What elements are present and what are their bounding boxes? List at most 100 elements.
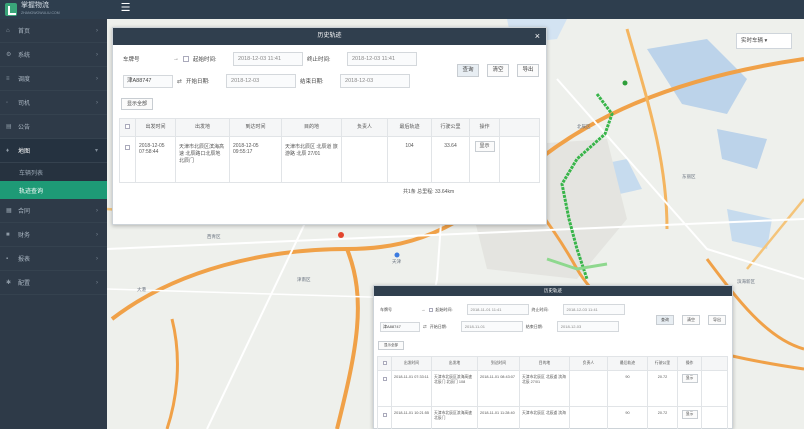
table-row[interactable]: 2018-11-01 10:21:55 天津市北辰区滨海高速 北辰门 2018-… bbox=[377, 406, 728, 429]
close-icon[interactable]: × bbox=[535, 28, 540, 45]
col-action: 操作 bbox=[469, 118, 500, 137]
sidebar-item-home[interactable]: ⌂ 首页 › bbox=[0, 19, 107, 43]
sidebar-item-contract[interactable]: ▦ 合同 › bbox=[0, 199, 107, 223]
notice-icon: ▤ bbox=[6, 124, 12, 130]
query-button[interactable]: 查询 bbox=[656, 315, 674, 325]
app-logo[interactable]: 掌握物流 ZHANGWOWULIU.COM bbox=[5, 2, 109, 17]
filter-row-1: 车牌号 → 起始时间: 2018-12-03 11:41 终止时间: 2018-… bbox=[123, 52, 417, 66]
row-checkbox[interactable] bbox=[382, 377, 387, 381]
highway-road bbox=[335, 248, 360, 429]
history-track-dialog-secondary: 历史轨迹 车牌号 → 起始时间: 2018-11-01 11:41 终止时间: … bbox=[373, 285, 733, 429]
swap-icon: ⇄ bbox=[177, 78, 183, 85]
home-icon: ⌂ bbox=[6, 27, 10, 34]
dialog-title: 历史轨迹 bbox=[544, 288, 562, 293]
export-button[interactable]: 导出 bbox=[708, 315, 726, 325]
show-track-button[interactable]: 显示 bbox=[474, 141, 495, 152]
report-icon: ▪ bbox=[6, 255, 9, 262]
plate-label: 车牌号 bbox=[380, 306, 392, 312]
col-depart-time: 出发时间 bbox=[135, 118, 176, 137]
start-time-input[interactable]: 2018-12-03 11:41 bbox=[233, 52, 303, 66]
gear-icon: ⚙ bbox=[6, 52, 12, 58]
sidebar-item-driver[interactable]: ◦ 司机 › bbox=[0, 91, 107, 115]
col-km: 行驶公里 bbox=[647, 356, 678, 371]
chevron-right-icon: › bbox=[96, 231, 98, 238]
clear-button[interactable]: 清空 bbox=[487, 64, 509, 77]
col-km: 行驶公里 bbox=[431, 118, 470, 137]
sidebar-item-dispatch[interactable]: ≡ 调度 › bbox=[0, 67, 107, 91]
cell-depart-time: 2018-12-05 07:58:44 bbox=[135, 136, 176, 183]
start-checkbox[interactable] bbox=[428, 307, 433, 312]
show-all-button[interactable]: 显示全部 bbox=[378, 341, 404, 350]
start-time-label: 起始时间: bbox=[435, 306, 453, 312]
col-depart-time: 出发时间 bbox=[391, 356, 432, 371]
cell-km: 33.64 bbox=[431, 136, 470, 183]
depart-date-input[interactable]: 2018-12-03 bbox=[226, 74, 297, 88]
depart-date-input[interactable]: 2018-11-01 bbox=[460, 321, 523, 332]
sidebar-item-notice[interactable]: ▤ 公告 bbox=[0, 115, 107, 139]
end-time-label: 终止时间: bbox=[307, 57, 331, 63]
chevron-right-icon: › bbox=[96, 27, 98, 34]
dialog-header: 历史轨迹 bbox=[374, 286, 732, 296]
cell-owner bbox=[569, 370, 608, 407]
clear-button[interactable]: 清空 bbox=[682, 315, 700, 325]
sidebar-subitem-track-query[interactable]: 轨迹查询 bbox=[0, 181, 107, 199]
arrive-date-input[interactable]: 2018-12-03 bbox=[556, 321, 619, 332]
end-time-input[interactable]: 2018-12-03 11:41 bbox=[562, 304, 625, 315]
arrive-date-input[interactable]: 2018-12-03 bbox=[340, 74, 411, 88]
logo-icon bbox=[5, 3, 17, 16]
map-place-label: 津南区 bbox=[297, 277, 311, 282]
select-all-checkbox[interactable] bbox=[125, 124, 130, 129]
contract-icon: ▦ bbox=[6, 208, 12, 214]
menu-toggle-icon[interactable]: ☰ bbox=[120, 3, 131, 14]
cell-from: 天津市北辰区滨海高速 北辰门 北辰门 108 bbox=[431, 370, 478, 407]
sidebar-subitem-vehicle-list[interactable]: 车辆列表 bbox=[0, 163, 107, 181]
table-row[interactable]: 2018-11-01 07:33:11 天津市北辰区滨海高速 北辰门 北辰门 1… bbox=[377, 370, 728, 407]
col-arrive-time: 到达时间 bbox=[477, 356, 520, 371]
query-button[interactable]: 查询 bbox=[457, 64, 479, 77]
filter-row-2: 津A88747 ⇄ 开始日期: 2018-11-01 结束日期: 2018-12… bbox=[380, 321, 619, 332]
sidebar-item-system[interactable]: ⚙ 系统 › bbox=[0, 43, 107, 67]
map-place-label: 天津 bbox=[392, 259, 401, 264]
sidebar-item-map[interactable]: ♦ 地图 ▾ bbox=[0, 139, 107, 163]
row-checkbox[interactable] bbox=[382, 413, 387, 417]
export-button[interactable]: 导出 bbox=[517, 64, 539, 77]
track-table: 出发时间 出发地 到达时间 目的地 负责人 最后轨迹 行驶公里 操作 2018-… bbox=[119, 118, 540, 183]
cell-last-track: 90 bbox=[607, 370, 648, 407]
arrow-right-icon: → bbox=[173, 56, 179, 62]
start-checkbox[interactable] bbox=[183, 56, 189, 62]
table-row[interactable]: 2018-12-05 07:58:44 天津市北辰区滨海高速 北辰路口北辰地 北… bbox=[119, 136, 540, 183]
map-poi-marker bbox=[394, 252, 400, 258]
money-icon: ■ bbox=[6, 231, 10, 238]
show-track-button[interactable]: 显示 bbox=[681, 374, 698, 383]
start-time-input[interactable]: 2018-11-01 11:41 bbox=[466, 304, 529, 315]
filter-row-1: 车牌号 → 起始时间: 2018-11-01 11:41 终止时间: 2018-… bbox=[380, 304, 625, 315]
end-time-input[interactable]: 2018-12-03 11:41 bbox=[347, 52, 417, 66]
show-all-button[interactable]: 显示全部 bbox=[121, 98, 153, 110]
sidebar-item-config[interactable]: ✱ 配置 › bbox=[0, 271, 107, 295]
user-icon: ◦ bbox=[6, 99, 9, 106]
track-table: 出发时间 出发地 到达时间 目的地 负责人 最后轨迹 行驶公里 操作 2018-… bbox=[377, 356, 728, 429]
vehicle-filter-dropdown[interactable]: 实时车辆 ▾ bbox=[736, 33, 792, 49]
plate-select[interactable]: 津A88747 bbox=[380, 321, 420, 332]
dispatch-icon: ≡ bbox=[6, 75, 10, 82]
map-place-label: 西青区 bbox=[207, 234, 221, 239]
map-place-label: 北辰区 bbox=[577, 124, 591, 129]
show-track-button[interactable]: 显示 bbox=[681, 410, 698, 419]
table-header: 出发时间 出发地 到达时间 目的地 负责人 最后轨迹 行驶公里 操作 bbox=[119, 118, 540, 137]
cell-km: 20.72 bbox=[647, 406, 678, 429]
app-title: 掌握物流 bbox=[21, 2, 49, 9]
plate-select[interactable]: 津A88747 bbox=[123, 74, 173, 88]
depart-date-label: 开始日期: bbox=[429, 323, 447, 329]
sidebar-item-finance[interactable]: ■ 财务 › bbox=[0, 223, 107, 247]
chevron-right-icon: › bbox=[96, 75, 98, 82]
select-all-checkbox[interactable] bbox=[382, 361, 387, 365]
sidebar-item-report[interactable]: ▪ 报表 › bbox=[0, 247, 107, 271]
row-checkbox[interactable] bbox=[125, 145, 130, 150]
highway-road bbox=[165, 318, 179, 429]
map-pin-icon: ♦ bbox=[6, 147, 10, 154]
track-end-marker bbox=[338, 232, 344, 238]
chevron-right-icon: › bbox=[96, 99, 98, 106]
cell-last-track: 104 bbox=[387, 136, 432, 183]
table-summary: 共1条 总里程: 33.64km bbox=[403, 189, 455, 195]
cell-depart-time: 2018-11-01 10:21:55 bbox=[391, 406, 432, 429]
